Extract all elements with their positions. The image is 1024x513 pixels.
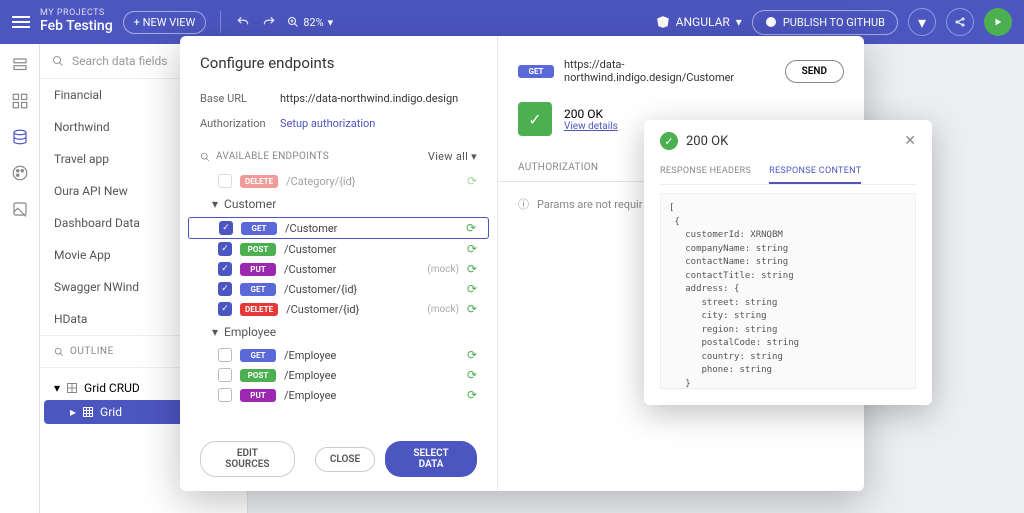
grid-icon [66,382,78,394]
checkbox[interactable] [218,302,232,316]
method-badge: POST [240,243,276,256]
sync-icon[interactable]: ⟳ [467,242,481,256]
sync-icon[interactable]: ⟳ [467,174,481,188]
available-endpoints-label: AVAILABLE ENDPOINTS [216,151,329,162]
framework-selector[interactable]: ANGULAR ▾ [656,15,742,29]
new-view-button[interactable]: + NEW VIEW [123,11,207,34]
endpoint-group[interactable]: ▾Employee [188,319,489,345]
search-icon [200,152,210,162]
rail-theme-icon[interactable] [9,162,31,184]
response-content[interactable]: [ { customerId: XRNQBM companyName: stri… [660,193,916,389]
view-details-link[interactable]: View details [564,121,618,132]
checkbox[interactable] [218,368,232,382]
method-badge: DELETE [240,175,278,188]
projects-label: MY PROJECTS [40,9,113,19]
status-text: 200 OK [564,107,618,121]
checkbox[interactable] [218,262,232,276]
publish-dropdown[interactable]: ▾ [908,8,936,36]
menu-icon[interactable] [12,16,30,28]
chevron-down-icon: ▾ [54,381,60,395]
endpoint-row[interactable]: GET/Customer⟳ [188,217,489,239]
rail-components-icon[interactable] [9,90,31,112]
redo-icon[interactable] [261,14,277,30]
checkbox[interactable] [218,348,232,362]
endpoint-row[interactable]: PUT/Employee⟳ [188,385,489,405]
popover-tab[interactable]: RESPONSE HEADERS [660,160,751,184]
share-icon[interactable] [946,8,974,36]
modal-title: Configure endpoints [180,54,497,86]
endpoint-row[interactable]: GET/Customer/{id}⟳ [188,279,489,299]
edit-sources-button[interactable]: EDIT SOURCES [200,441,295,477]
checkbox[interactable] [218,282,232,296]
close-button[interactable]: CLOSE [315,447,375,472]
setup-auth-link[interactable]: Setup authorization [280,117,477,130]
sync-icon[interactable]: ⟳ [467,282,481,296]
play-button[interactable] [984,8,1012,36]
popover-status: 200 OK [686,134,728,149]
test-url[interactable]: https://data-northwind.indigo.design/Cus… [564,58,775,84]
endpoint-row[interactable]: POST/Employee⟳ [188,365,489,385]
rail-assets-icon[interactable] [9,198,31,220]
popover-tab[interactable]: RESPONSE CONTENT [769,160,861,184]
method-badge: PUT [240,389,276,402]
undo-icon[interactable] [235,14,251,30]
endpoint-row[interactable]: DELETE/Customer/{id}(mock)⟳ [188,299,489,319]
method-badge: GET [240,283,276,296]
method-badge: GET [241,222,277,235]
sync-icon[interactable]: ⟳ [466,221,480,235]
tab-authorization[interactable]: AUTHORIZATION [518,154,598,181]
sync-icon[interactable]: ⟳ [467,262,481,276]
select-data-button[interactable]: SELECT DATA [385,441,477,477]
method-badge: PUT [240,263,276,276]
rail-data-icon[interactable] [9,126,31,148]
endpoint-row[interactable]: PUT/Customer(mock)⟳ [188,259,489,279]
response-popover: ✓ 200 OK ✕ RESPONSE HEADERS RESPONSE CONT… [644,120,932,405]
chevron-down-icon: ▾ [212,325,218,339]
endpoint-row[interactable]: GET/Employee⟳ [188,345,489,365]
rail-layers-icon[interactable] [9,54,31,76]
close-icon[interactable]: ✕ [904,133,916,149]
sync-icon[interactable]: ⟳ [467,368,481,382]
base-url-label: Base URL [200,92,280,105]
sync-icon[interactable]: ⟳ [467,348,481,362]
chevron-down-icon: ▾ [736,15,742,29]
project-name: Feb Testing [40,19,113,34]
search-icon [52,55,64,67]
send-button[interactable]: SEND [785,60,844,83]
test-method-badge: GET [518,65,554,78]
chevron-down-icon: ▾ [212,197,218,211]
search-icon [54,347,64,357]
checkbox[interactable] [218,242,232,256]
success-icon: ✓ [518,102,552,136]
checkbox[interactable] [218,174,232,188]
checkbox[interactable] [218,388,232,402]
method-badge: GET [240,349,276,362]
success-icon: ✓ [660,132,678,150]
base-url-input[interactable]: https://data-northwind.indigo.design [280,92,477,105]
checkbox[interactable] [219,221,233,235]
sync-icon[interactable]: ⟳ [467,388,481,402]
endpoint-row[interactable]: DELETE/Category/{id}⟳ [188,171,489,191]
chevron-down-icon: ▾ [328,16,334,29]
publish-button[interactable]: PUBLISH TO GITHUB [752,10,898,35]
chevron-right-icon: ▸ [70,405,76,419]
method-badge: POST [240,369,276,382]
auth-label: Authorization [200,117,280,130]
view-all-link[interactable]: View all ▾ [428,150,477,163]
project-block: MY PROJECTS Feb Testing [40,9,113,34]
grid-icon [82,406,94,418]
zoom-control[interactable]: 82% ▾ [287,16,333,29]
endpoint-row[interactable]: POST/Customer⟳ [188,239,489,259]
method-badge: DELETE [240,303,278,316]
sync-icon[interactable]: ⟳ [467,302,481,316]
endpoint-group[interactable]: ▾Customer [188,191,489,217]
